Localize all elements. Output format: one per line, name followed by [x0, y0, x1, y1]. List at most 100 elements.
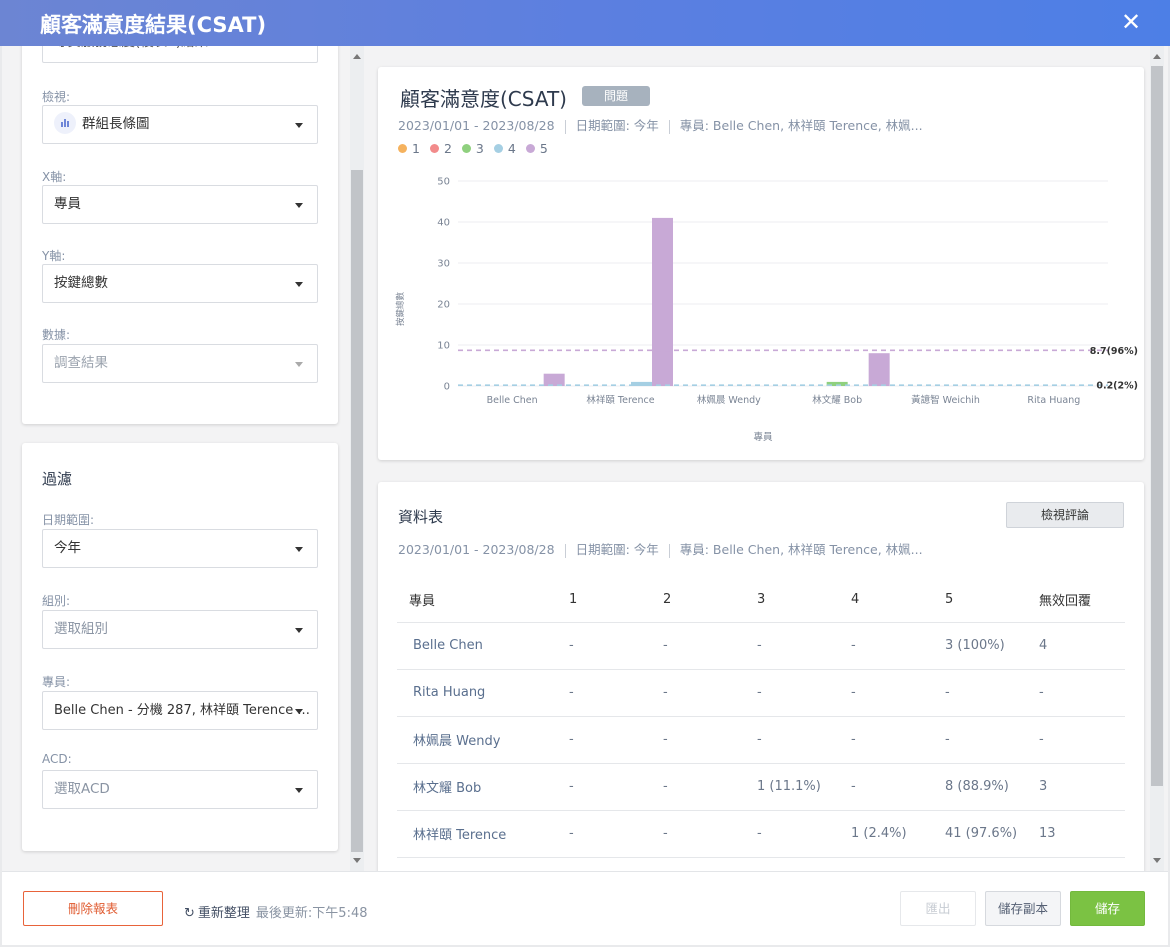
- right-scrollbar[interactable]: [1150, 46, 1164, 871]
- legend-item-1[interactable]: 1: [398, 141, 420, 156]
- scroll-down-icon[interactable]: [353, 858, 361, 863]
- refresh-link[interactable]: 重新整理: [198, 906, 250, 921]
- y-tick-label: 10: [437, 341, 450, 352]
- agent-name-cell[interactable]: 林姵晨 Wendy: [397, 716, 557, 764]
- view-select[interactable]: 群組長條圖: [42, 105, 318, 144]
- refresh-icon[interactable]: ↻: [184, 906, 195, 921]
- chevron-down-icon: [295, 123, 303, 128]
- table-cell: -: [839, 716, 933, 764]
- agent-label: 專員:: [42, 675, 71, 689]
- view-label: 檢視:: [42, 90, 71, 104]
- column-header[interactable]: 無效回覆: [1027, 577, 1125, 623]
- y-axis-select[interactable]: 按鍵總數: [42, 264, 318, 303]
- scroll-up-icon[interactable]: [1153, 54, 1161, 59]
- view-comments-button[interactable]: 檢視評論: [1006, 502, 1124, 528]
- scroll-up-icon[interactable]: [353, 54, 361, 59]
- x-tick-label: 林姵晨 Wendy: [697, 394, 761, 406]
- chevron-down-icon: [295, 788, 303, 793]
- column-header[interactable]: 專員: [397, 577, 557, 623]
- y-tick-label: 0: [444, 382, 450, 393]
- table-cell: 8 (88.9%): [933, 763, 1027, 811]
- left-scrollbar[interactable]: [350, 46, 364, 871]
- close-icon[interactable]: ✕: [1118, 9, 1144, 35]
- modal-titlebar: 顧客滿意度結果(CSAT) ✕: [0, 0, 1170, 46]
- legend-dot: [525, 144, 535, 153]
- table-cell: -: [933, 669, 1027, 717]
- left-scroll-thumb[interactable]: [351, 170, 363, 852]
- data-label: 數據:: [42, 328, 71, 342]
- table-row[interactable]: 林文耀 Bob - -1 (11.1%) -8 (88.9%) 3: [397, 763, 1125, 811]
- bar-chart-icon: [54, 112, 76, 134]
- agent-name-cell[interactable]: Rita Huang: [397, 669, 557, 717]
- x-axis-label: X軸:: [42, 170, 67, 184]
- reference-line-label: 8.7(96%): [1090, 346, 1138, 357]
- table-card: 資料表 檢視評論 2023/01/01 - 2023/08/28 日期範圍: 今年…: [378, 482, 1144, 871]
- legend-item-3[interactable]: 3: [461, 141, 484, 156]
- table-cell: -: [839, 669, 933, 717]
- acd-select[interactable]: 選取ACD: [42, 770, 318, 809]
- x-axis-select[interactable]: 專員: [42, 185, 318, 224]
- modal-title: 顧客滿意度結果(CSAT): [40, 13, 267, 37]
- bar-5: [543, 373, 565, 386]
- chart-legend[interactable]: 1 2 3 4 5: [398, 141, 558, 156]
- table-cell: 4: [1027, 622, 1125, 670]
- data-select: 調查結果: [42, 344, 318, 383]
- table-row[interactable]: 林姵晨 Wendy - - - - - -: [397, 716, 1125, 764]
- acd-label: ACD:: [42, 752, 72, 766]
- chevron-down-icon: [295, 628, 303, 633]
- column-header[interactable]: 5: [933, 577, 1027, 623]
- view-value: 群組長條圖: [82, 116, 150, 132]
- x-tick-label: 黃譩智 Weichih: [911, 394, 980, 406]
- agent-select[interactable]: Belle Chen - 分機 287, 林祥頤 Terence ...: [42, 691, 318, 730]
- column-header[interactable]: 4: [839, 577, 933, 623]
- legend-item-2[interactable]: 2: [429, 141, 452, 156]
- y-axis-title: 按鍵總數: [395, 292, 406, 327]
- column-header[interactable]: 2: [651, 577, 745, 623]
- table-row[interactable]: 林祥頤 Terence - - -1 (2.4%) 41 (97.6%) 13: [397, 810, 1125, 858]
- table-cell: 3 (100%): [933, 622, 1027, 670]
- legend-label: 4: [507, 141, 516, 156]
- table-title: 資料表: [398, 508, 444, 526]
- legend-item-5[interactable]: 5: [525, 141, 548, 156]
- chart-card: 顧客滿意度(CSAT) 問題 2023/01/01 - 2023/08/28 日期…: [378, 67, 1144, 460]
- group-label: 組別:: [42, 594, 71, 608]
- bar-5: [868, 353, 890, 386]
- scroll-down-icon[interactable]: [1153, 858, 1161, 863]
- chevron-down-icon: [295, 362, 303, 367]
- agent-name-cell[interactable]: 林文耀 Bob: [397, 763, 557, 811]
- date-range-select[interactable]: 今年: [42, 529, 318, 568]
- legend-label: 3: [475, 141, 484, 156]
- report-field-select[interactable]: 等資服務態度(複表1)結果: [42, 46, 318, 63]
- table-row[interactable]: Rita Huang - - - - - -: [397, 669, 1125, 717]
- right-scroll-thumb[interactable]: [1151, 66, 1163, 786]
- agent-name-cell[interactable]: Belle Chen: [397, 622, 557, 670]
- data-value: 調查結果: [54, 355, 108, 371]
- table-cell: -: [651, 716, 745, 764]
- legend-dot: [398, 144, 407, 153]
- save-button[interactable]: 儲存: [1070, 891, 1145, 926]
- table-row[interactable]: Belle Chen - - - -3 (100%) 4: [397, 622, 1125, 670]
- table-header-row: 專員 1 2 3 4 5 無效回覆: [397, 577, 1125, 623]
- legend-label: 5: [539, 141, 548, 156]
- save-copy-button[interactable]: 儲存副本: [985, 891, 1061, 926]
- last-updated: 最後更新:下午5:48: [255, 906, 368, 921]
- chart-meta-date-range: 日期範圍: 今年: [575, 118, 659, 133]
- chevron-down-icon: [295, 709, 303, 714]
- table-cell: 41 (97.6%): [933, 810, 1027, 858]
- x-tick-label: 林祥頤 Terence: [586, 394, 654, 406]
- agent-value: Belle Chen - 分機 287, 林祥頤 Terence ...: [54, 703, 310, 718]
- legend-item-4[interactable]: 4: [493, 141, 516, 156]
- column-header[interactable]: 3: [745, 577, 839, 623]
- column-header[interactable]: 1: [557, 577, 651, 623]
- agent-name-cell[interactable]: 林祥頤 Terence: [397, 810, 557, 858]
- legend-dot: [429, 144, 439, 153]
- export-button[interactable]: 匯出: [900, 891, 976, 926]
- table-cell: -: [839, 622, 933, 670]
- table-cell: -: [651, 810, 745, 858]
- x-tick-label: 林文耀 Bob: [812, 394, 862, 406]
- table-cell: -: [651, 763, 745, 811]
- table-cell: -: [557, 763, 651, 811]
- delete-report-button[interactable]: 刪除報表: [23, 891, 163, 926]
- group-select[interactable]: 選取組別: [42, 610, 318, 649]
- y-tick-label: 30: [437, 259, 450, 270]
